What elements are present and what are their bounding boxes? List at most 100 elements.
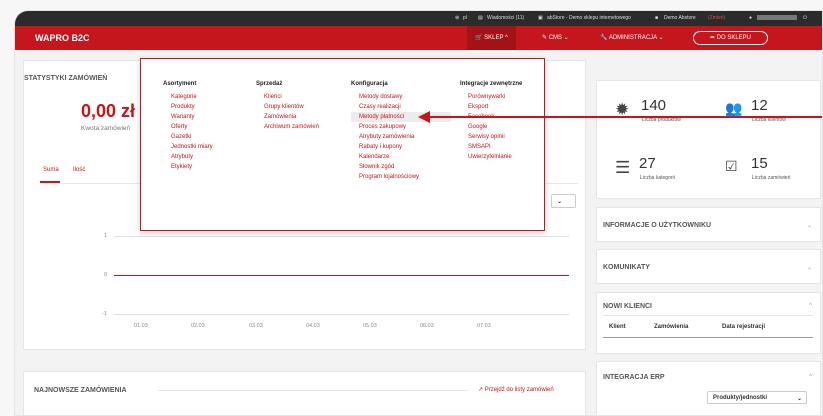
col-orders: Zamówienia <box>654 324 689 330</box>
menu-col-assortment: Asortyment Kategorie Produkty Warianty O… <box>163 81 213 172</box>
menu-item[interactable]: Jednostki miary <box>163 142 213 152</box>
messages-title: KOMUNIKATY <box>603 264 650 271</box>
chevron-up-icon[interactable]: ^ <box>809 303 812 309</box>
x-tick: 02.03 <box>191 323 205 329</box>
categories-count: 27 <box>639 155 656 172</box>
menu-item[interactable]: Porównywarki <box>460 92 522 102</box>
menu-item[interactable]: Etykiety <box>163 162 213 172</box>
menu-item[interactable]: Metody dostawy <box>351 92 451 102</box>
annotation-arrow-head <box>418 111 430 123</box>
go-to-orders-label: Przejdź do listy zamówień <box>484 387 554 393</box>
user-info-title: INFORMACJE O UŻYTKOWNIKU <box>603 222 712 229</box>
chart-series-line <box>114 275 569 276</box>
stat-orders: ☑ 15 Liczba zamówień <box>709 139 821 199</box>
nav-cms[interactable]: ✎ CMS ⌄ <box>542 34 569 41</box>
menu-item[interactable]: Atrybuty <box>163 152 213 162</box>
new-clients-panel: NOWI KLIENCI ^ Klient Zamówienia Data re… <box>596 292 821 354</box>
menu-item[interactable]: Program lojalnościowy <box>351 172 451 182</box>
demo-account: Demo Abstore <box>664 15 696 21</box>
menu-item[interactable]: SMSAPI <box>460 142 522 152</box>
stat-products: ✹ 140 Liczba produktów <box>597 81 709 139</box>
menu-item[interactable]: Grupy klientów <box>256 102 319 112</box>
menu-item[interactable]: Czasy realizacji <box>351 102 451 112</box>
shop-mega-menu: Asortyment Kategorie Produkty Warianty O… <box>140 58 545 231</box>
messages-panel[interactable]: KOMUNIKATY ⌄ <box>596 249 821 284</box>
menu-item[interactable]: Archiwum zamówień <box>256 122 319 132</box>
chevron-down-icon[interactable]: ⌄ <box>807 264 812 271</box>
username-redacted <box>757 15 797 21</box>
list-icon: ☰ <box>615 158 631 177</box>
table-header-border <box>603 337 813 338</box>
menu-col-config: Konfiguracja Metody dostawy Czasy realiz… <box>351 81 451 182</box>
power-icon[interactable]: ⏻ <box>803 15 807 21</box>
menu-item[interactable]: Serwisy opinii <box>460 132 522 142</box>
x-tick: 01.03 <box>134 323 148 329</box>
x-tick: 07.03 <box>477 323 491 329</box>
menu-item[interactable]: Proces zakupowy <box>351 122 451 132</box>
col-client: Klient <box>609 324 626 330</box>
user-icon[interactable]: ● <box>749 15 752 21</box>
menu-item[interactable]: Warianty <box>163 112 213 122</box>
chevron-up-icon[interactable]: ^ <box>809 374 812 380</box>
language-selector[interactable]: pl <box>463 15 467 21</box>
menu-item[interactable]: Kategorie <box>163 92 213 102</box>
chevron-down-icon: ⌄ <box>796 396 802 402</box>
menu-item[interactable]: Kalendarze <box>351 152 451 162</box>
table-top-border <box>603 315 813 316</box>
tab-qty[interactable]: Ilość <box>73 167 85 173</box>
products-count: 140 <box>641 97 667 114</box>
menu-item[interactable]: Eksport <box>460 102 522 112</box>
menu-item[interactable]: Gazetki <box>163 132 213 142</box>
menu-item[interactable]: Oferty <box>163 122 213 132</box>
latest-orders-panel: NAJNOWSZE ZAMÓWIENIA ↗ Przejdź do listy … <box>23 371 586 415</box>
y-tick-neg1: -1 <box>102 311 107 317</box>
nav-shop-label: SKLEP <box>484 35 504 41</box>
erp-title: INTEGRACJA ERP <box>603 374 665 381</box>
erp-select[interactable]: Produkty/jednostki ⌄ <box>707 391 807 404</box>
annotation-arrow-line <box>426 116 822 118</box>
menu-heading: Asortyment <box>163 81 197 87</box>
y-tick-0: 0 <box>104 272 108 278</box>
to-shop-label: DO SKLEPU <box>716 35 752 41</box>
menu-item[interactable]: Produkty <box>163 102 213 112</box>
store-name[interactable]: abStore - Demo sklepu internetowego <box>547 15 631 21</box>
categories-label: Liczba kategorii <box>640 175 675 181</box>
users-icon: 👥 <box>725 100 743 116</box>
messages-link[interactable]: Wiadomości (11) <box>487 15 524 21</box>
clients-count: 12 <box>751 97 768 114</box>
menu-item[interactable]: Zamówienia <box>256 112 319 122</box>
store-icon: ▣ <box>538 15 543 21</box>
user-info-panel[interactable]: INFORMACJE O UŻYTKOWNIKU ⌄ <box>596 207 821 242</box>
go-to-orders-link[interactable]: ↗ Przejdź do listy zamówień <box>478 386 554 393</box>
app-window: ⊕ pl ▤ Wiadomości (11) ▣ abStore - Demo … <box>14 10 823 416</box>
nav-admin[interactable]: 🔧 ADMINISTRACJA ⌄ <box>600 34 664 41</box>
chevron-down-icon[interactable]: ⌄ <box>807 222 812 229</box>
menu-item[interactable]: Atrybuty zamówienia <box>351 132 451 142</box>
col-regdate: Data rejestracji <box>722 324 766 330</box>
top-utility-bar: ⊕ pl ▤ Wiadomości (11) ▣ abStore - Demo … <box>15 11 822 26</box>
gridline-bottom <box>114 314 569 315</box>
globe-icon[interactable]: ⊕ <box>455 15 459 21</box>
stat-clients: 👥 12 Liczba klientów <box>709 81 821 139</box>
menu-item[interactable]: Google <box>460 122 522 132</box>
menu-item[interactable]: Uwierzytelnianie <box>460 152 522 162</box>
orders-count: 15 <box>751 155 768 172</box>
nav-cms-label: CMS <box>548 35 563 41</box>
clipboard-check-icon: ☑ <box>725 158 738 174</box>
stats-title: STATYSTYKI ZAMÓWIEŃ <box>24 75 108 82</box>
period-select[interactable]: ⌄ <box>551 194 576 208</box>
tab-sum[interactable]: Suma <box>43 167 59 173</box>
to-shop-button[interactable]: ➦ DO SKLEPU <box>693 31 768 45</box>
change-link[interactable]: (Zmień) <box>708 15 725 21</box>
menu-item[interactable]: Słownik zgód <box>351 162 451 172</box>
message-icon[interactable]: ▤ <box>478 15 483 21</box>
menu-item[interactable]: Klienci <box>256 92 319 102</box>
summary-panel: ✹ 140 Liczba produktów 👥 12 Liczba klien… <box>596 80 821 199</box>
gridline-top <box>114 236 569 237</box>
nav-shop[interactable]: 🛒 SKLEP ^ <box>467 26 516 50</box>
x-tick: 04.03 <box>306 323 320 329</box>
brand-logo[interactable]: WAPRO B2C <box>35 33 90 43</box>
menu-heading: Sprzedaż <box>256 81 283 87</box>
stat-categories: ☰ 27 Liczba kategorii <box>597 139 709 199</box>
menu-item[interactable]: Rabaty i kupony <box>351 142 451 152</box>
